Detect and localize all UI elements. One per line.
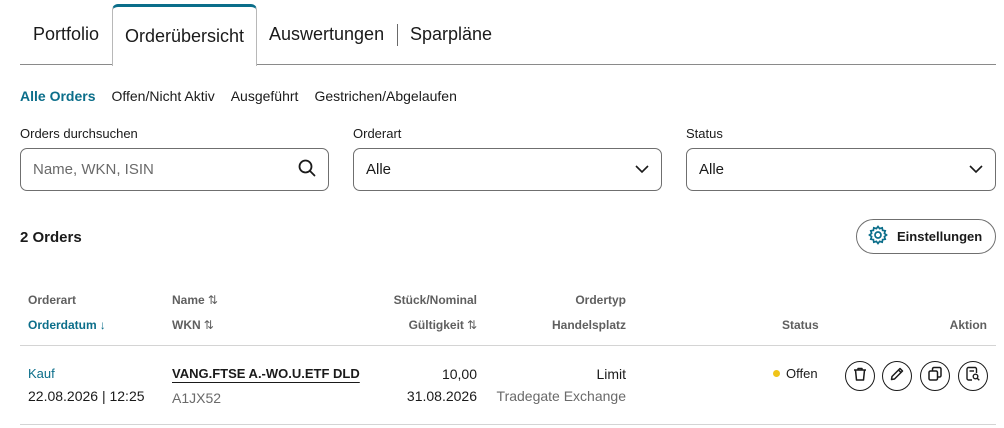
tab-sparplaene[interactable]: Sparpläne — [410, 4, 492, 65]
row-divider — [20, 424, 996, 425]
gear-icon — [868, 225, 888, 248]
status-badge: Offen — [773, 366, 818, 381]
header-orderart[interactable]: Orderart — [28, 293, 76, 307]
chevron-down-icon — [635, 161, 649, 178]
header-wkn[interactable]: WKN ⇅ — [172, 318, 214, 332]
status-dot-icon — [773, 370, 780, 377]
sort-icon: ⇅ — [466, 318, 477, 332]
status-value: Alle — [699, 161, 725, 178]
search-input[interactable] — [33, 161, 298, 178]
edit-button[interactable] — [882, 361, 912, 391]
filter-offen[interactable]: Offen/Nicht Aktiv — [111, 88, 214, 106]
header-stueck: Stück/Nominal — [393, 293, 477, 307]
search-field — [20, 148, 329, 191]
sort-icon: ⇅ — [207, 293, 218, 307]
copy-icon — [927, 366, 943, 387]
tab-auswertungen[interactable]: Auswertungen — [269, 4, 384, 65]
copy-button[interactable] — [920, 361, 950, 391]
header-divider — [20, 345, 996, 346]
search-label: Orders durchsuchen — [20, 126, 138, 141]
row-wkn: A1JX52 — [172, 390, 222, 406]
tab-portfolio[interactable]: Portfolio — [33, 4, 99, 65]
orderart-select[interactable]: Alle — [353, 148, 662, 191]
row-gueltigkeit: 31.08.2026 — [406, 388, 477, 404]
row-ordertyp: Limit — [596, 366, 626, 382]
header-ordertyp: Ordertyp — [575, 293, 626, 307]
document-search-icon — [965, 366, 981, 387]
status-select[interactable]: Alle — [686, 148, 996, 191]
delete-button[interactable] — [845, 361, 875, 391]
header-orderdatum[interactable]: Orderdatum ↓ — [28, 318, 106, 332]
row-datum: 22.08.2026 | 12:25 — [28, 388, 145, 404]
orderart-value: Alle — [366, 161, 392, 178]
header-name[interactable]: Name ⇅ — [172, 293, 218, 307]
row-handelsplatz: Tradegate Exchange — [496, 388, 626, 404]
header-aktion: Aktion — [949, 318, 987, 332]
row-stueck: 10,00 — [441, 366, 477, 382]
tab-divider — [397, 24, 398, 46]
status-label: Status — [686, 126, 723, 141]
row-name-link[interactable]: VANG.FTSE A.-WO.U.ETF DLD — [172, 366, 360, 381]
header-gueltigkeit[interactable]: Gültigkeit ⇅ — [409, 318, 477, 332]
settings-label: Einstellungen — [897, 229, 983, 244]
filter-ausgefuehrt[interactable]: Ausgeführt — [231, 88, 299, 106]
orderart-label: Orderart — [353, 126, 402, 141]
filter-alle-orders[interactable]: Alle Orders — [20, 88, 95, 106]
filter-gestrichen[interactable]: Gestrichen/Abgelaufen — [314, 88, 456, 106]
trash-icon — [852, 366, 868, 387]
sort-icon: ⇅ — [203, 318, 214, 332]
settings-button[interactable]: Einstellungen — [856, 219, 996, 254]
header-status: Status — [782, 318, 819, 332]
tab-bar: Portfolio Orderübersicht Auswertungen Sp… — [20, 4, 996, 66]
search-icon[interactable] — [298, 159, 316, 181]
row-orderart[interactable]: Kauf — [28, 366, 55, 381]
arrow-down-icon: ↓ — [99, 318, 106, 332]
tab-orderuebersicht[interactable]: Orderübersicht — [112, 4, 257, 66]
header-handelsplatz: Handelsplatz — [551, 318, 626, 332]
chevron-down-icon — [969, 161, 983, 178]
order-status-filter: Alle Orders Offen/Nicht Aktiv Ausgeführt… — [20, 88, 457, 106]
pencil-icon — [889, 366, 905, 387]
order-count: 2 Orders — [20, 229, 82, 246]
details-button[interactable] — [958, 361, 988, 391]
